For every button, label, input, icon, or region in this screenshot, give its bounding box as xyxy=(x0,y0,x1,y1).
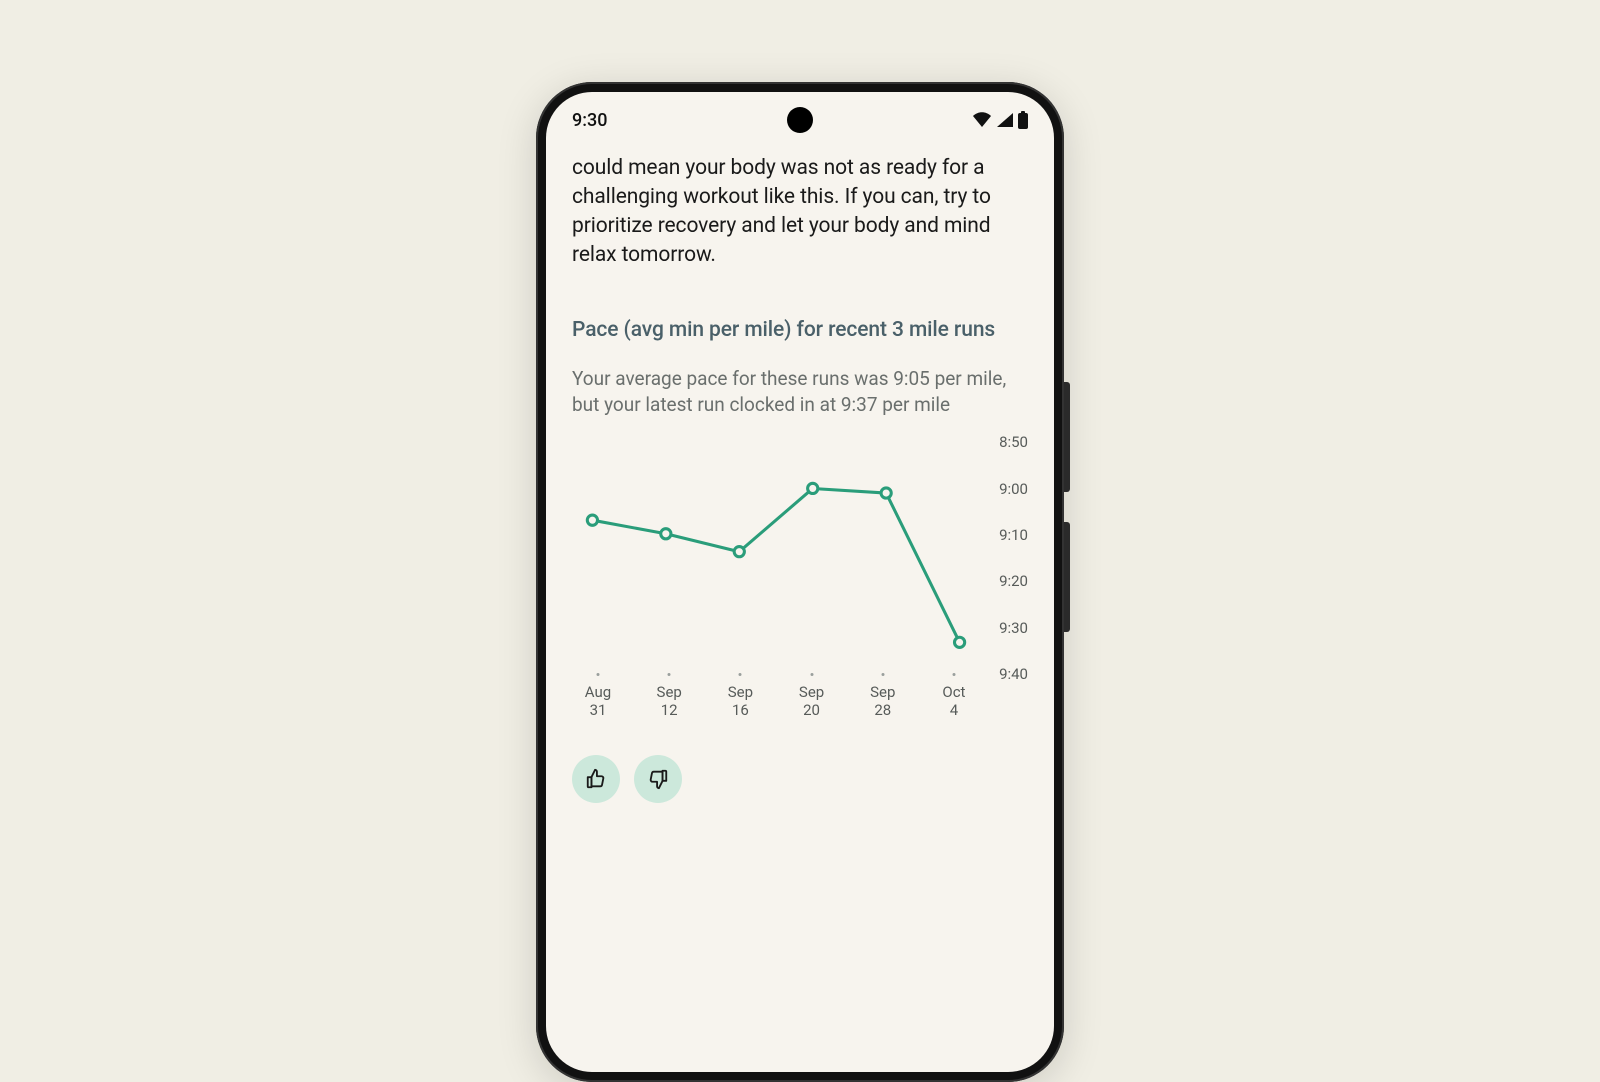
chart-title: Pace (avg min per mile) for recent 3 mil… xyxy=(572,318,1028,342)
chart-y-axis: 8:50 9:00 9:10 9:20 9:30 9:40 xyxy=(984,433,1028,683)
main-content: could mean your body was not as ready fo… xyxy=(546,148,1054,803)
status-clock: 9:30 xyxy=(572,110,607,131)
chart-y-tick: 8:50 xyxy=(984,433,1028,451)
feedback-row xyxy=(572,755,1028,803)
chart-y-tick: 9:40 xyxy=(984,665,1028,683)
chart-x-tick: Sep 20 xyxy=(790,683,834,719)
chart-x-tick: Aug 31 xyxy=(576,683,620,719)
chart-y-tick: 9:30 xyxy=(984,619,1028,637)
pace-chart: 8:509:009:109:209:309:40 Aug 31Sep 12Sep… xyxy=(572,439,1028,719)
front-camera xyxy=(787,107,813,133)
insight-body-text: could mean your body was not as ready fo… xyxy=(572,154,1028,270)
phone-screen: 9:30 could mean your body was not as rea… xyxy=(546,92,1054,1072)
thumbs-down-icon xyxy=(647,768,669,790)
thumbs-up-icon xyxy=(585,768,607,790)
chart-x-tick: Sep 28 xyxy=(861,683,905,719)
chart-x-tick: Sep 12 xyxy=(647,683,691,719)
wifi-icon xyxy=(972,112,992,128)
battery-icon xyxy=(1018,111,1028,129)
cellular-signal-icon xyxy=(996,112,1014,128)
chart-x-tick: Sep 16 xyxy=(718,683,762,719)
status-bar: 9:30 xyxy=(546,92,1054,148)
side-button xyxy=(1064,522,1070,632)
side-button xyxy=(1064,382,1070,492)
chart-y-tick: 9:00 xyxy=(984,480,1028,498)
thumbs-down-button[interactable] xyxy=(634,755,682,803)
chart-plot-area xyxy=(572,439,980,669)
thumbs-up-button[interactable] xyxy=(572,755,620,803)
chart-subtitle: Your average pace for these runs was 9:0… xyxy=(572,366,1028,417)
chart-y-tick: 9:20 xyxy=(984,572,1028,590)
chart-x-tick: Oct 4 xyxy=(932,683,976,719)
chart-x-axis: Aug 31 Sep 12 Sep 16 Sep 20 Sep 28 Oct 4 xyxy=(572,683,980,719)
status-icons xyxy=(972,111,1028,129)
phone-frame: 9:30 could mean your body was not as rea… xyxy=(536,82,1064,1082)
chart-y-tick: 9:10 xyxy=(984,526,1028,544)
